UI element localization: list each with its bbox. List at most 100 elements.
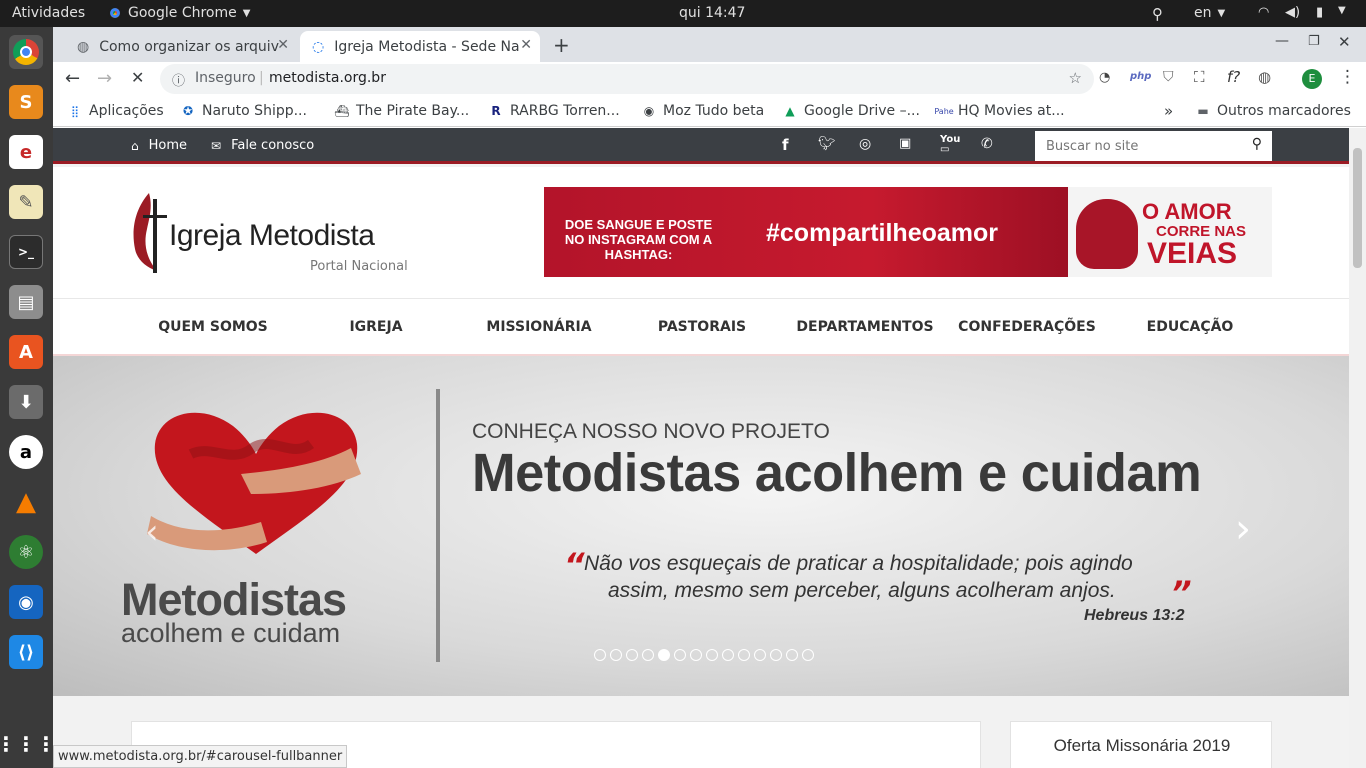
scrollbar-thumb[interactable]	[1353, 148, 1362, 268]
nav-confederacoes[interactable]: CONFEDERAÇÕES	[953, 319, 1101, 335]
carousel-indicators	[594, 649, 814, 661]
close-icon[interactable]: ✕	[277, 37, 289, 53]
nav-departamentos[interactable]: DEPARTAMENTOS	[790, 319, 940, 335]
tab-inactive[interactable]: ◍ Como organizar os arquiv ✕	[65, 31, 297, 62]
search-icon[interactable]: ⚲	[1252, 136, 1262, 152]
speed-icon[interactable]: ◔	[1099, 70, 1110, 85]
back-button[interactable]: ←	[65, 68, 80, 89]
activities-button[interactable]: Atividades	[12, 5, 85, 21]
php-icon[interactable]: php	[1130, 71, 1151, 82]
volume-icon[interactable]: ◀)	[1285, 5, 1300, 20]
carousel-dot[interactable]	[642, 649, 654, 661]
carousel-dot[interactable]	[802, 649, 814, 661]
bookmark-item[interactable]: R RARBG Torren...	[488, 103, 620, 119]
globe-download-icon[interactable]: ◉	[9, 585, 43, 619]
forward-button[interactable]: →	[97, 68, 112, 89]
carousel-dot[interactable]	[690, 649, 702, 661]
maximize-button[interactable]: ❐	[1308, 34, 1320, 49]
download-icon[interactable]: ⬇	[9, 385, 43, 419]
chrome-launcher-icon[interactable]	[9, 35, 43, 69]
twitter-icon[interactable]: 🐦︎	[818, 136, 836, 152]
nav-pastorais[interactable]: PASTORAIS	[627, 319, 777, 335]
atom-icon[interactable]: ⚛	[9, 535, 43, 569]
carousel-dot[interactable]	[674, 649, 686, 661]
screenshot-icon[interactable]: ⛶	[1194, 68, 1205, 86]
browser-toolbar: ← → ✕ ⓘ Inseguro | metodista.org.br ☆ ◔ …	[53, 62, 1366, 97]
language-menu[interactable]: en ▼	[1194, 5, 1225, 21]
carousel-dot[interactable]	[706, 649, 718, 661]
sublime-text-icon[interactable]: S	[9, 85, 43, 119]
minimize-button[interactable]: —	[1275, 33, 1289, 49]
vlc-icon[interactable]: ▲	[9, 485, 43, 519]
home-link[interactable]: ⌂ Home	[131, 138, 187, 153]
vscode-icon[interactable]: ⟨⟩	[9, 635, 43, 669]
text-editor-icon[interactable]: ✎	[9, 185, 43, 219]
wifi-icon[interactable]: ◠	[1258, 5, 1269, 20]
font-icon[interactable]: f?	[1227, 68, 1240, 86]
naruto-icon: ✪	[182, 104, 194, 118]
carousel-dot[interactable]	[594, 649, 606, 661]
terminal-icon[interactable]: >_	[9, 235, 43, 269]
search-input[interactable]	[1035, 131, 1240, 161]
show-apps-icon[interactable]: ⋮⋮⋮	[0, 727, 56, 761]
shield-icon[interactable]: ⛉	[1163, 69, 1174, 85]
close-icon[interactable]: ✕	[520, 37, 532, 53]
carousel-dot[interactable]	[754, 649, 766, 661]
nav-missionaria[interactable]: MISSIONÁRIA	[464, 319, 614, 335]
bookmark-item[interactable]: ▲ Google Drive –...	[782, 103, 920, 119]
nav-igreja[interactable]: IGREJA	[301, 319, 451, 335]
contact-link[interactable]: ✉ Fale conosco	[211, 138, 314, 153]
other-bookmarks[interactable]: ▬ Outros marcadores	[1195, 103, 1351, 119]
bookmark-item[interactable]: Pahe HQ Movies at...	[934, 103, 1064, 119]
carousel-prev-icon[interactable]: ‹	[145, 512, 159, 552]
tab-active[interactable]: ◌ Igreja Metodista - Sede Na ✕	[300, 31, 540, 62]
avatar[interactable]: E	[1302, 69, 1322, 89]
bookmark-item[interactable]: ✪ Naruto Shipp...	[180, 103, 307, 119]
clock[interactable]: qui 14:47	[679, 5, 745, 21]
bookmark-label: RARBG Torren...	[510, 103, 620, 119]
star-icon[interactable]: ☆	[1069, 69, 1082, 87]
site-logo[interactable]: Igreja Metodista Portal Nacional	[131, 189, 421, 279]
carousel-dot[interactable]	[626, 649, 638, 661]
nav-educacao[interactable]: EDUCAÇÃO	[1115, 319, 1265, 335]
carousel-dot[interactable]	[786, 649, 798, 661]
new-tab-button[interactable]: +	[553, 33, 570, 57]
page-scrollbar[interactable]	[1349, 128, 1366, 768]
bookmark-apps[interactable]: ⣿ Aplicações	[67, 103, 164, 119]
bookmarks-overflow-button[interactable]: »	[1164, 102, 1173, 120]
bookmark-item[interactable]: ⛴ The Pirate Bay...	[334, 103, 469, 119]
hero-carousel[interactable]: Metodistas acolhem e cuidam CONHEÇA NOSS…	[53, 356, 1349, 696]
nav-quem-somos[interactable]: QUEM SOMOS	[138, 319, 288, 335]
battery-icon[interactable]: ▮	[1316, 5, 1323, 20]
carousel-dot[interactable]	[610, 649, 622, 661]
audacity-icon[interactable]: a	[9, 435, 43, 469]
menu-icon[interactable]: ⋮	[1339, 67, 1356, 87]
files-icon[interactable]: ▤	[9, 285, 43, 319]
whatsapp-icon[interactable]: ✆	[981, 136, 993, 152]
close-window-button[interactable]: ✕	[1338, 33, 1351, 51]
software-center-icon[interactable]: A	[9, 335, 43, 369]
sidebar-title: Oferta Missonária 2019	[1053, 736, 1231, 755]
carousel-dot[interactable]	[722, 649, 734, 661]
bookmark-label: Naruto Shipp...	[202, 103, 307, 119]
omnibox[interactable]: ⓘ Inseguro | metodista.org.br ☆	[160, 64, 1094, 94]
youtube-icon[interactable]: You ▭	[940, 135, 960, 155]
instagram-icon[interactable]: ◎	[859, 136, 871, 152]
carousel-dot-active[interactable]	[658, 649, 670, 661]
accessibility-icon[interactable]: ⚲	[1152, 5, 1163, 23]
ad-banner[interactable]: DOE SANGUE E POSTE NO INSTAGRAM COM A HA…	[544, 187, 1272, 277]
carousel-next-icon[interactable]: ›	[1235, 506, 1251, 552]
main-nav: QUEM SOMOS IGREJA MISSIONÁRIA PASTORAIS …	[53, 298, 1349, 356]
flickr-icon[interactable]: ▣	[899, 136, 911, 151]
carousel-dot[interactable]	[770, 649, 782, 661]
chevron-down-icon: ▼	[242, 7, 251, 19]
app-menu[interactable]: Google Chrome ▼	[108, 5, 250, 21]
extension-icon[interactable]: ◍	[1258, 68, 1271, 86]
site-top-bar: ⌂ Home ✉ Fale conosco f 🐦︎ ◎ ▣ You▭ ✆ ⚲	[53, 128, 1349, 164]
chevron-down-icon[interactable]: ▼	[1338, 5, 1346, 16]
editor-icon[interactable]: e	[9, 135, 43, 169]
facebook-icon[interactable]: f	[782, 136, 789, 154]
bookmark-item[interactable]: ◉ Moz Tudo beta	[641, 103, 764, 119]
carousel-dot[interactable]	[738, 649, 750, 661]
stop-button[interactable]: ✕	[131, 68, 144, 87]
